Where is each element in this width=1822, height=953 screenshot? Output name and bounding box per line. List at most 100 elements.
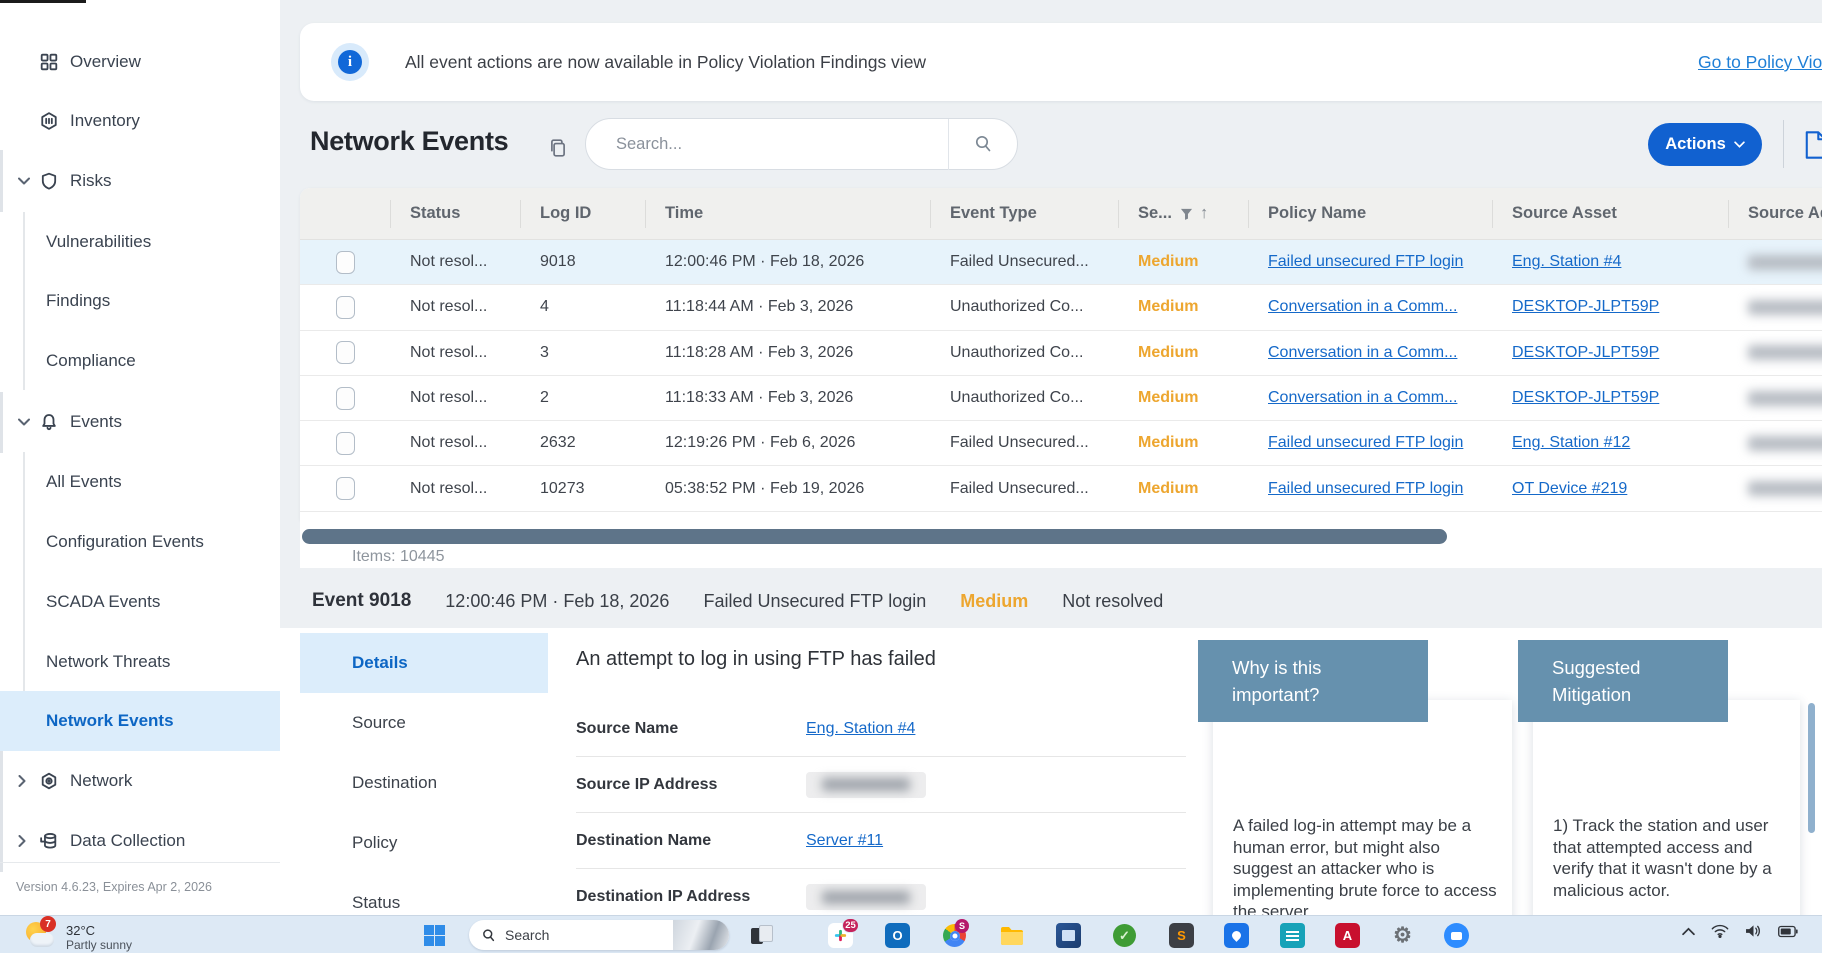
table-row[interactable]: Not resol... 2 11:18:33 AM · Feb 3, 2026… xyxy=(300,376,1822,421)
blue-window-app-icon[interactable] xyxy=(1056,923,1081,948)
row-checkbox[interactable] xyxy=(336,432,355,455)
col-severity[interactable]: Se... ↑ xyxy=(1118,188,1248,239)
tray-chevron-up-icon[interactable] xyxy=(1682,927,1695,936)
source-asset-link[interactable]: OT Device #219 xyxy=(1512,480,1627,498)
zoom-icon[interactable] xyxy=(1444,923,1469,948)
sidebar-item-compliance[interactable]: Compliance xyxy=(0,331,280,391)
cell-severity: Medium xyxy=(1118,331,1248,375)
actions-button[interactable]: Actions xyxy=(1648,123,1762,166)
sidebar-item-network-events[interactable]: Network Events xyxy=(0,691,280,751)
tab-details[interactable]: Details xyxy=(300,633,548,693)
source-asset-link[interactable]: DESKTOP-JLPT59P xyxy=(1512,389,1659,407)
policy-violation-findings-link[interactable]: Go to Policy Violation Findings xyxy=(1698,52,1822,73)
col-log-id[interactable]: Log ID xyxy=(520,188,645,239)
col-time[interactable]: Time xyxy=(645,188,930,239)
col-source-address[interactable]: Source Address xyxy=(1728,188,1822,239)
system-tray xyxy=(1682,924,1798,938)
outlook-icon[interactable]: O xyxy=(885,923,910,948)
destination-name-link[interactable]: Server #11 xyxy=(806,832,883,849)
slack-icon[interactable]: 25 xyxy=(828,923,853,948)
cell-event-type: Unauthorized Co... xyxy=(930,331,1118,375)
cell-log-id: 9018 xyxy=(520,240,645,284)
sidebar-item-configuration-events[interactable]: Configuration Events xyxy=(0,512,280,572)
filter-funnel-icon[interactable] xyxy=(1180,208,1193,220)
policy-link[interactable]: Conversation in a Comm... xyxy=(1268,344,1457,362)
event-description: An attempt to log in using FTP has faile… xyxy=(576,648,936,671)
sidebar-item-network[interactable]: Network xyxy=(0,751,280,811)
col-source-asset[interactable]: Source Asset xyxy=(1492,188,1728,239)
search-icon[interactable] xyxy=(949,119,1017,169)
source-asset-link[interactable]: DESKTOP-JLPT59P xyxy=(1512,344,1659,362)
export-document-icon[interactable] xyxy=(1802,130,1822,165)
row-checkbox[interactable] xyxy=(336,341,355,364)
map-pin-app-icon[interactable] xyxy=(1224,923,1249,948)
sidebar-item-vulnerabilities[interactable]: Vulnerabilities xyxy=(0,212,280,272)
sidebar-item-findings[interactable]: Findings xyxy=(0,271,280,331)
redacted-source-address xyxy=(1748,300,1822,315)
tab-destination[interactable]: Destination xyxy=(300,753,548,813)
table-row[interactable]: Not resol... 4 11:18:44 AM · Feb 3, 2026… xyxy=(300,285,1822,330)
horizontal-scrollbar[interactable] xyxy=(302,529,1447,544)
sidebar-item-events[interactable]: Events xyxy=(0,392,280,452)
shield-icon xyxy=(40,172,60,190)
file-explorer-icon[interactable] xyxy=(999,923,1024,948)
sidebar-item-network-threats[interactable]: Network Threats xyxy=(0,632,280,692)
policy-link[interactable]: Failed unsecured FTP login xyxy=(1268,253,1463,271)
chevron-right-icon xyxy=(18,775,32,787)
table-row[interactable]: Not resol... 9018 12:00:46 PM · Feb 18, … xyxy=(300,240,1822,285)
grid-icon xyxy=(40,53,60,71)
cell-status: Not resol... xyxy=(390,240,520,284)
sidebar-item-label: Findings xyxy=(46,291,110,311)
tab-status[interactable]: Status xyxy=(300,873,548,915)
sublime-icon[interactable]: S xyxy=(1169,923,1194,948)
col-status[interactable]: Status xyxy=(390,188,520,239)
search-input[interactable] xyxy=(586,135,948,154)
col-event-type[interactable]: Event Type xyxy=(930,188,1118,239)
task-view-icon[interactable] xyxy=(759,925,773,942)
sidebar-item-all-events[interactable]: All Events xyxy=(0,452,280,512)
taskbar-search[interactable]: Search xyxy=(469,920,729,950)
items-count: Items: 10445 xyxy=(352,548,445,566)
sidebar-item-inventory[interactable]: Inventory xyxy=(0,91,280,151)
wifi-icon[interactable] xyxy=(1711,924,1729,938)
row-checkbox[interactable] xyxy=(336,477,355,500)
vertical-scrollbar[interactable] xyxy=(1808,703,1815,833)
sidebar-item-overview[interactable]: Overview xyxy=(0,32,280,92)
row-checkbox[interactable] xyxy=(336,251,355,274)
sort-asc-icon[interactable]: ↑ xyxy=(1200,204,1208,223)
row-checkbox[interactable] xyxy=(336,296,355,319)
acrobat-icon[interactable]: A xyxy=(1335,923,1360,948)
policy-link[interactable]: Conversation in a Comm... xyxy=(1268,389,1457,407)
start-button[interactable] xyxy=(424,925,445,946)
table-row[interactable]: Not resol... 10273 05:38:52 PM · Feb 19,… xyxy=(300,466,1822,511)
cell-log-id: 10273 xyxy=(520,466,645,510)
table-row[interactable]: Not resol... 3 11:18:28 AM · Feb 3, 2026… xyxy=(300,331,1822,376)
source-asset-link[interactable]: DESKTOP-JLPT59P xyxy=(1512,298,1659,316)
info-icon: i xyxy=(331,43,369,81)
volume-icon[interactable] xyxy=(1745,924,1762,938)
weather-condition: Partly sunny xyxy=(66,938,132,953)
source-name-link[interactable]: Eng. Station #4 xyxy=(806,720,915,737)
policy-link[interactable]: Failed unsecured FTP login xyxy=(1268,480,1463,498)
policy-link[interactable]: Conversation in a Comm... xyxy=(1268,298,1457,316)
row-checkbox[interactable] xyxy=(336,387,355,410)
sidebar-item-scada-events[interactable]: SCADA Events xyxy=(0,572,280,632)
source-asset-link[interactable]: Eng. Station #12 xyxy=(1512,434,1630,452)
battery-icon[interactable] xyxy=(1778,925,1798,938)
tab-policy[interactable]: Policy xyxy=(300,813,548,873)
col-policy-name[interactable]: Policy Name xyxy=(1248,188,1492,239)
field-label: Destination Name xyxy=(576,832,806,850)
sidebar-item-risks[interactable]: Risks xyxy=(0,151,280,211)
copy-icon[interactable] xyxy=(548,138,568,163)
chrome-icon[interactable]: S xyxy=(942,923,967,948)
sidebar-item-label: Data Collection xyxy=(70,831,185,851)
tab-source[interactable]: Source xyxy=(300,693,548,753)
notes-app-icon[interactable] xyxy=(1280,923,1305,948)
green-circle-app-icon[interactable]: ✓ xyxy=(1112,923,1137,948)
settings-gear-icon[interactable]: ⚙ xyxy=(1390,923,1415,948)
weather-widget[interactable]: 7 32°C Partly sunny xyxy=(24,920,132,953)
event-time: 12:00:46 PM · Feb 18, 2026 xyxy=(445,591,669,612)
source-asset-link[interactable]: Eng. Station #4 xyxy=(1512,253,1621,271)
policy-link[interactable]: Failed unsecured FTP login xyxy=(1268,434,1463,452)
table-row[interactable]: Not resol... 2632 12:19:26 PM · Feb 6, 2… xyxy=(300,421,1822,466)
